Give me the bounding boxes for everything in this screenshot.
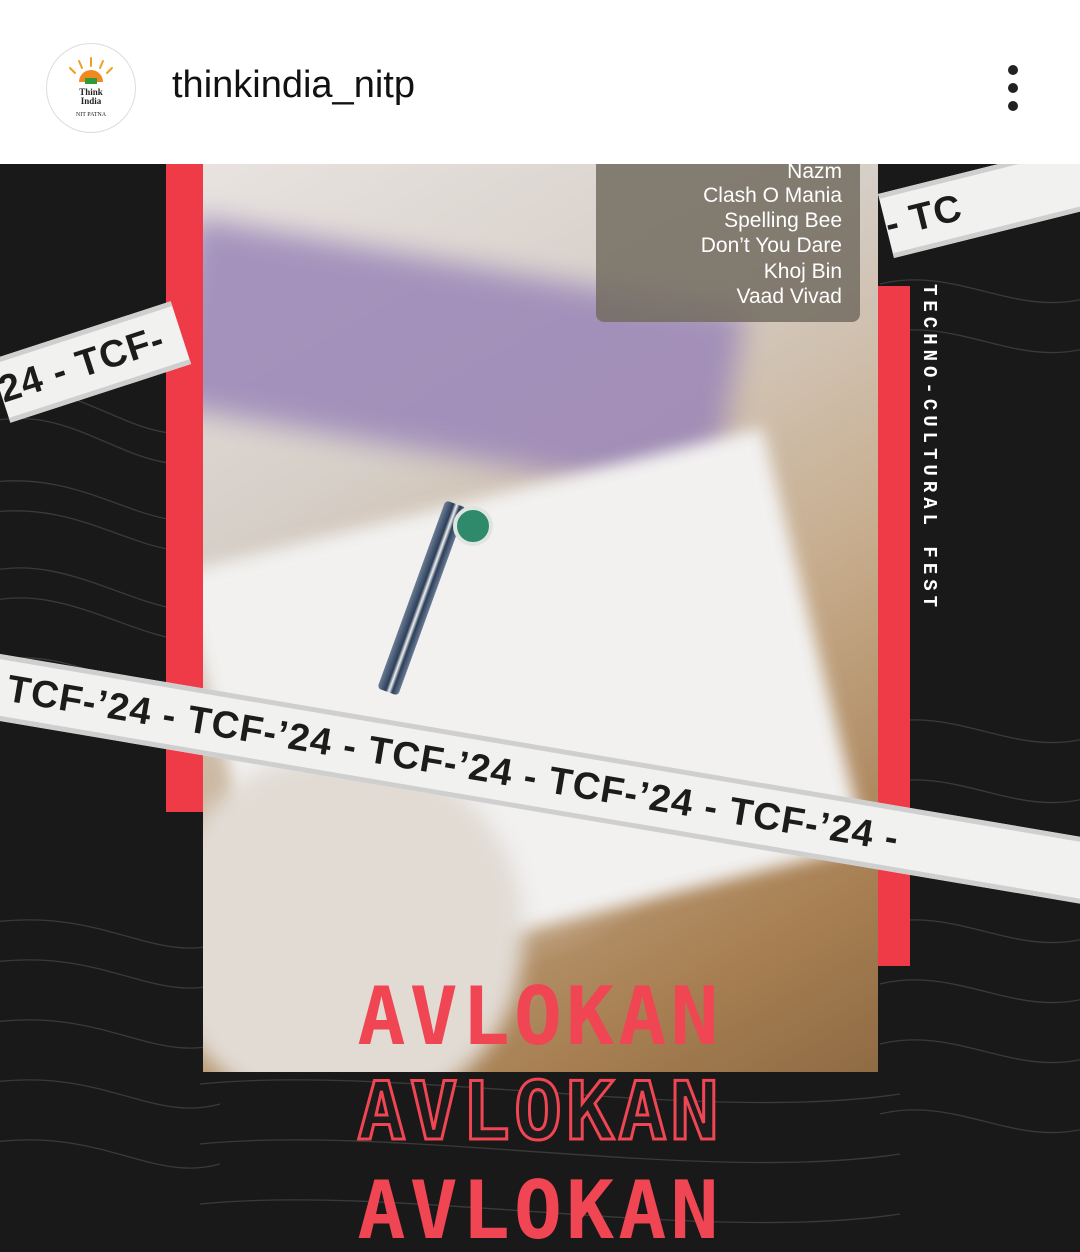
- more-vertical-icon: [1008, 65, 1018, 75]
- avatar-logo-text: Think India: [79, 87, 103, 106]
- avatar-logo-subtext: NIT PATNA: [75, 112, 107, 118]
- title-avlokan-outline: AVLOKAN: [356, 1065, 723, 1158]
- techno-cultural-fest-label: TECHNO-CULTURAL FEST: [918, 284, 940, 613]
- title-avlokan: AVLOKAN: [357, 1164, 723, 1252]
- more-options-button[interactable]: [994, 60, 1034, 116]
- profile-avatar[interactable]: Think India NIT PATNA: [46, 43, 136, 133]
- post-image[interactable]: Nazm Clash O Mania Spelling Bee Don’t Yo…: [0, 164, 1080, 1252]
- event-item: Don’t You Dare: [700, 234, 842, 257]
- event-item: Nazm: [787, 164, 842, 183]
- post-header: Think India NIT PATNA thinkindia_nitp: [0, 0, 1080, 164]
- title-avlokan: AVLOKAN: [357, 970, 723, 1063]
- event-item: Vaad Vivad: [736, 285, 842, 308]
- event-item: Clash O Mania: [703, 184, 842, 207]
- username[interactable]: thinkindia_nitp: [172, 64, 415, 107]
- event-item: Khoj Bin: [763, 260, 842, 283]
- event-item: Spelling Bee: [724, 209, 842, 232]
- events-list: Nazm Clash O Mania Spelling Bee Don’t Yo…: [596, 164, 860, 322]
